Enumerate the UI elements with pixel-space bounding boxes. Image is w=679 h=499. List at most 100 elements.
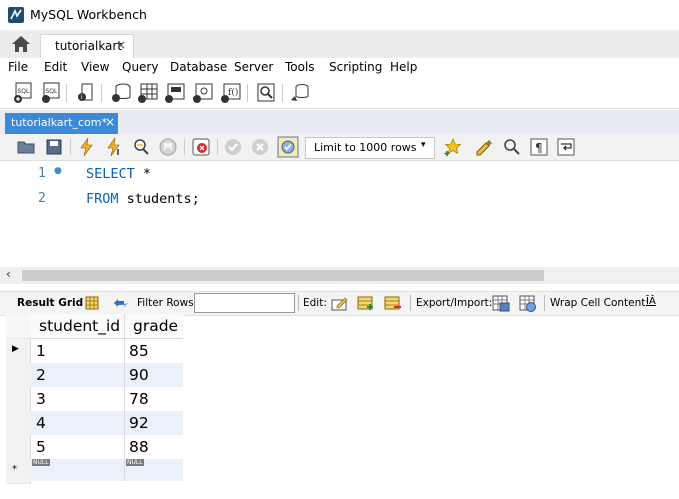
delete-row-icon[interactable]: [384, 295, 402, 311]
edit-label: Edit:: [303, 297, 327, 309]
menu-edit[interactable]: Edit: [44, 60, 67, 74]
find-icon[interactable]: [502, 137, 522, 157]
filter-rows-input[interactable]: [194, 293, 295, 313]
scrollbar-thumb[interactable]: [22, 270, 544, 281]
toggle-error-icon[interactable]: [191, 137, 211, 157]
table-cell[interactable]: 1: [30, 339, 125, 363]
open-sql-script-icon[interactable]: SQL: [40, 82, 62, 104]
table-cell[interactable]: 92: [125, 411, 183, 435]
column-header-grade[interactable]: grade: [125, 314, 183, 339]
create-view-icon[interactable]: [164, 82, 186, 104]
result-toolbar: Result Grid Filter Rows: Edit: Export/Im…: [0, 291, 679, 316]
close-tab-icon[interactable]: ×: [116, 38, 126, 52]
rollback-icon[interactable]: [250, 137, 270, 157]
inspector-icon[interactable]: i: [75, 82, 97, 104]
editor-tab-bar: tutorialkart_com* ×: [0, 110, 679, 134]
limit-rows-select[interactable]: Limit to 1000 rows ▾: [305, 137, 435, 159]
table-cell[interactable]: 4: [30, 411, 125, 435]
editor-tab-tutorialkart-com[interactable]: tutorialkart_com* ×: [5, 113, 118, 134]
import-icon[interactable]: [519, 294, 537, 312]
limit-rows-value: Limit to 1000 rows: [314, 141, 417, 154]
execute-icon[interactable]: [77, 137, 97, 157]
row-header[interactable]: [6, 363, 31, 388]
table-cell[interactable]: 78: [125, 387, 183, 411]
sql-text: students;: [118, 191, 200, 207]
svg-text:SQL: SQL: [18, 88, 31, 95]
sql-keyword: SELECT: [86, 166, 135, 182]
menu-scripting[interactable]: Scripting: [329, 60, 382, 74]
menu-view[interactable]: View: [81, 60, 109, 74]
sql-keyword: FROM: [86, 191, 119, 207]
statement-marker-icon: ●: [54, 166, 62, 176]
row-header[interactable]: [6, 387, 31, 412]
table-cell[interactable]: 85: [125, 339, 183, 363]
line-number: 1: [38, 166, 46, 181]
window-titlebar: MySQL Workbench: [0, 0, 679, 30]
menu-tools[interactable]: Tools: [285, 60, 315, 74]
code-line-1: SELECT *: [86, 166, 151, 182]
scroll-left-icon[interactable]: ‹: [6, 267, 11, 281]
add-snippet-icon[interactable]: [443, 137, 463, 157]
new-row-header[interactable]: *: [6, 459, 31, 484]
table-cell[interactable]: 90: [125, 363, 183, 387]
menu-database[interactable]: Database: [170, 60, 227, 74]
table-cell[interactable]: 5: [30, 435, 125, 459]
create-function-icon[interactable]: f(): [220, 82, 242, 104]
sql-editor[interactable]: 1 ● SELECT * 2 FROM students;: [0, 161, 679, 267]
explain-icon[interactable]: [131, 137, 151, 157]
create-table-icon[interactable]: [137, 82, 159, 104]
mysql-workbench-logo-icon: [8, 7, 24, 23]
create-schema-icon[interactable]: [110, 82, 132, 104]
table-cell-null[interactable]: NULL: [30, 459, 125, 481]
result-grid: student_id grade ▶ 1 85 2 90 3 78 4 92 5…: [6, 314, 186, 484]
connection-tab-label: tutorialkart: [55, 39, 123, 53]
window-title: MySQL Workbench: [30, 7, 147, 22]
open-file-icon[interactable]: [16, 137, 36, 157]
autocommit-icon[interactable]: [277, 136, 299, 158]
svg-text:¶: ¶: [535, 141, 543, 155]
edit-row-icon[interactable]: [331, 295, 349, 311]
row-header[interactable]: ▶: [6, 339, 31, 364]
editor-horizontal-scrollbar[interactable]: ‹: [0, 267, 679, 284]
menu-server[interactable]: Server: [234, 60, 273, 74]
save-file-icon[interactable]: [44, 137, 64, 157]
export-icon[interactable]: [492, 294, 510, 312]
chevron-down-icon: ▾: [421, 140, 426, 150]
execute-current-icon[interactable]: [104, 137, 124, 157]
column-header-student-id[interactable]: student_id: [30, 314, 125, 339]
wrap-lines-icon[interactable]: [556, 137, 576, 157]
row-header[interactable]: [6, 411, 31, 436]
commit-icon[interactable]: [223, 137, 243, 157]
new-sql-tab-icon[interactable]: SQL: [12, 82, 34, 104]
refresh-icon[interactable]: [112, 296, 130, 310]
connection-tab-tutorialkart[interactable]: tutorialkart ×: [40, 34, 134, 59]
create-procedure-icon[interactable]: [192, 82, 214, 104]
invisible-chars-icon[interactable]: ¶: [529, 137, 549, 157]
line-number: 2: [38, 191, 46, 206]
menu-query[interactable]: Query: [122, 60, 158, 74]
main-toolbar: SQL SQL i f(): [0, 78, 679, 109]
null-badge: NULL: [126, 459, 144, 466]
stop-icon[interactable]: [158, 137, 178, 157]
null-badge: NULL: [32, 459, 50, 466]
insert-row-icon[interactable]: [357, 295, 375, 311]
menu-file[interactable]: File: [8, 60, 28, 74]
table-cell[interactable]: 3: [30, 387, 125, 411]
new-row-marker: *: [12, 464, 17, 475]
reconnect-icon[interactable]: [289, 82, 311, 104]
search-table-data-icon[interactable]: [255, 82, 277, 104]
svg-text:f(): f(): [228, 87, 238, 98]
table-cell[interactable]: 88: [125, 435, 183, 459]
result-grid-tab[interactable]: Result Grid: [17, 297, 83, 309]
home-icon[interactable]: [10, 35, 32, 53]
close-tab-icon[interactable]: ×: [105, 115, 115, 129]
table-cell-null[interactable]: NULL: [125, 459, 183, 481]
row-header[interactable]: [6, 435, 31, 460]
grid-layout-icon[interactable]: [85, 296, 99, 310]
sql-text: *: [134, 166, 152, 182]
menu-help[interactable]: Help: [390, 60, 417, 74]
wrap-cell-content-icon[interactable]: ĪĀ: [646, 296, 656, 307]
sql-editor-toolbar: Limit to 1000 rows ▾ ¶: [0, 134, 679, 161]
table-cell[interactable]: 2: [30, 363, 125, 387]
beautify-icon[interactable]: [474, 137, 494, 157]
